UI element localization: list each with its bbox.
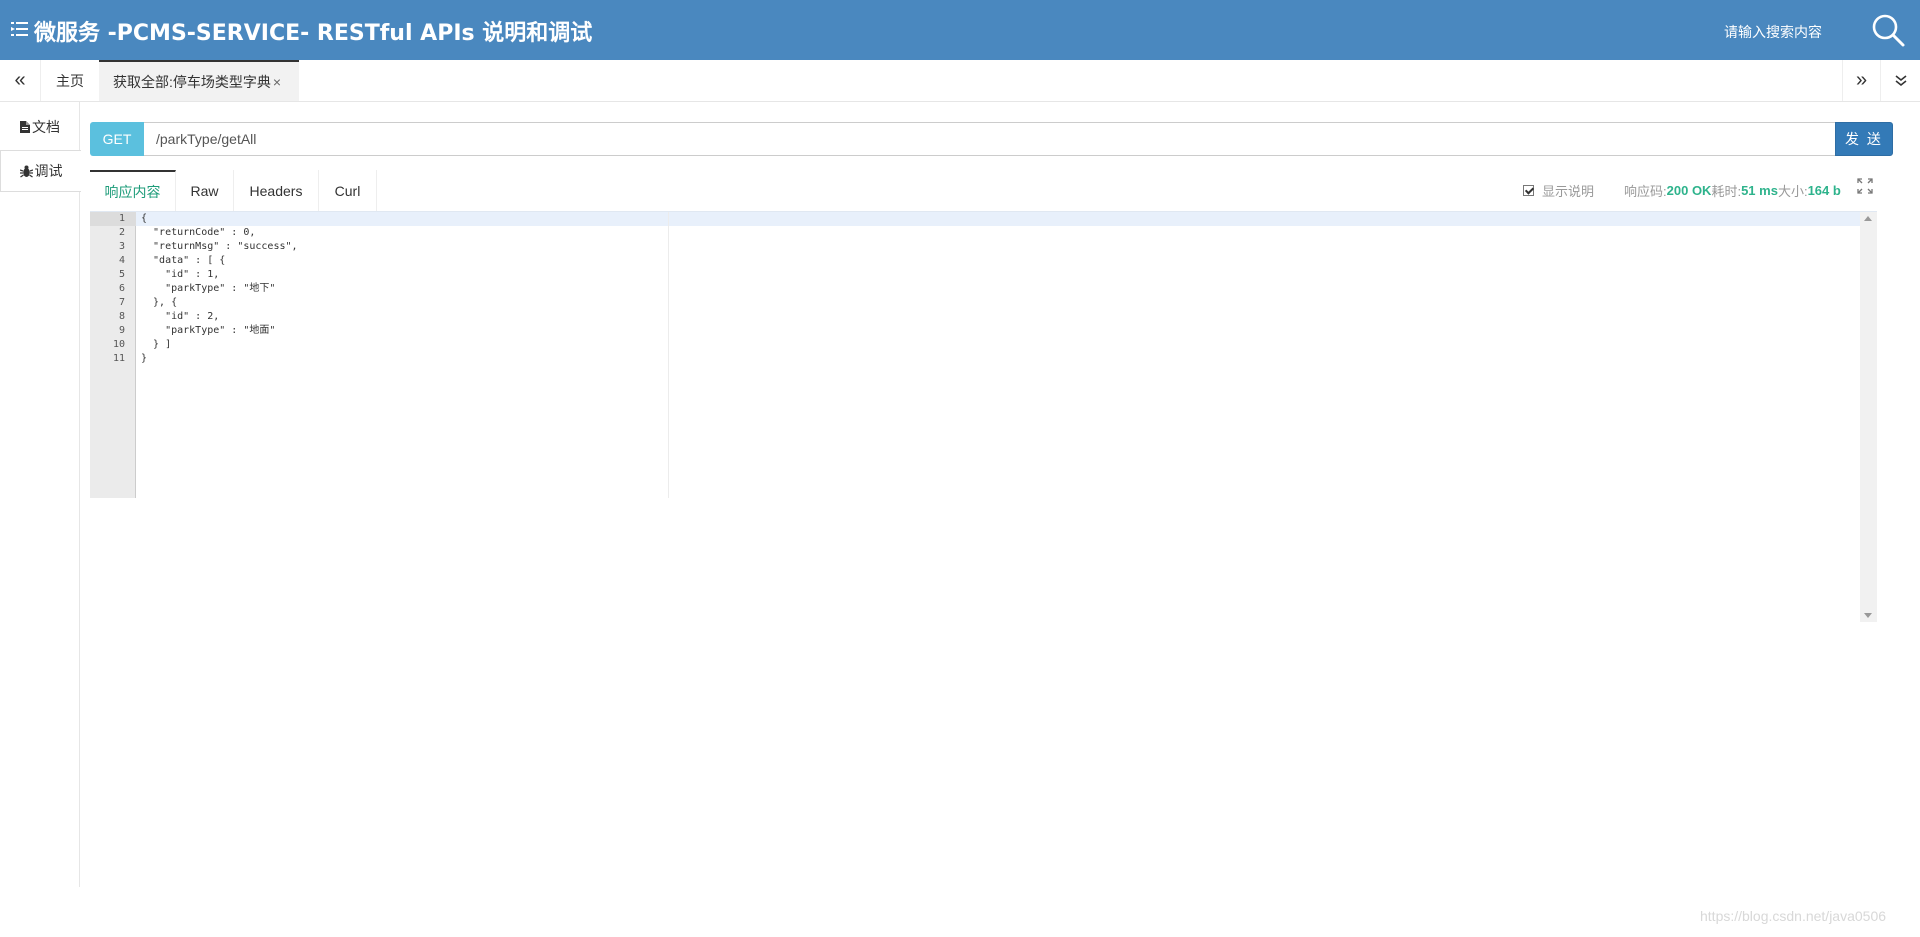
line-number: 8 xyxy=(118,311,125,322)
editor-scrollbar[interactable] xyxy=(1860,212,1877,622)
code-line: "returnMsg" : "success", xyxy=(141,241,298,252)
tab-bar: « 主页 获取全部:停车场类型字典 × » xyxy=(0,60,1920,102)
code-line: "parkType" : "地下" xyxy=(141,283,276,294)
code-line: } ] xyxy=(141,339,172,350)
tab-response-raw[interactable]: Raw xyxy=(176,170,234,211)
response-code-editor[interactable]: 1 2 3 4 5 6 7 8 9 10 11 { "returnCode" : 0, "retur… xyxy=(90,211,1877,622)
bug-icon xyxy=(19,165,33,177)
size-value: 164 b xyxy=(1807,182,1841,198)
search-input[interactable]: 请输入搜索内容 xyxy=(1724,22,1822,42)
line-number-gutter: 1 2 3 4 5 6 7 8 9 10 11 xyxy=(90,212,136,498)
code-line: } xyxy=(141,353,148,364)
file-icon xyxy=(20,121,30,133)
tab-debug-label: 调试 xyxy=(34,163,63,179)
tab-document[interactable]: 文档 xyxy=(0,105,80,149)
code-line: "id" : 1, xyxy=(141,269,220,280)
line-number: 9 xyxy=(118,325,125,336)
line-number: 10 xyxy=(112,339,125,350)
tab-api-getall[interactable]: 获取全部:停车场类型字典 × xyxy=(99,60,299,101)
active-line-highlight xyxy=(90,212,1860,226)
code-line: "data" : [ { xyxy=(141,255,226,266)
tab-response-content[interactable]: 响应内容 xyxy=(90,170,176,211)
tabs-menu-chevron-down-icon[interactable] xyxy=(1880,60,1920,101)
line-number: 5 xyxy=(118,269,125,280)
show-description-checkbox[interactable] xyxy=(1523,184,1534,196)
size-label: 大小: xyxy=(1777,183,1808,199)
code-line: { xyxy=(141,213,148,224)
line-number: 1 xyxy=(118,213,125,224)
code-line: }, { xyxy=(141,297,178,308)
tab-debug[interactable]: 调试 xyxy=(0,150,81,192)
left-vertical-tabs: 文档 调试 xyxy=(0,102,81,887)
line-number: 6 xyxy=(118,283,125,294)
status-code-value: 200 OK xyxy=(1666,182,1712,198)
tab-home[interactable]: 主页 xyxy=(40,60,99,101)
scroll-down-icon[interactable] xyxy=(1864,613,1872,618)
code-line: "parkType" : "地面" xyxy=(141,325,276,336)
page-title: 微服务 -PCMS-SERVICE- RESTful APIs 说明和调试 xyxy=(34,21,593,46)
line-number: 4 xyxy=(118,255,125,266)
search-icon[interactable] xyxy=(1870,12,1906,48)
print-margin xyxy=(668,212,669,498)
time-label: 耗时: xyxy=(1711,183,1742,199)
response-meta: 显示说明 响应码: 200 OK 耗时: 51 ms 大小: 164 b xyxy=(1523,180,1841,200)
line-number: 3 xyxy=(118,241,125,252)
line-number: 2 xyxy=(118,227,125,238)
time-value: 51 ms xyxy=(1741,182,1778,198)
scroll-up-icon[interactable] xyxy=(1864,216,1872,221)
close-icon[interactable]: × xyxy=(273,74,281,90)
tab-home-label: 主页 xyxy=(56,72,84,89)
send-button[interactable]: 发 送 xyxy=(1835,122,1893,156)
code-line: "id" : 2, xyxy=(141,311,220,322)
watermark: https://blog.csdn.net/java0506 xyxy=(1700,908,1887,924)
request-url-input[interactable] xyxy=(144,122,1836,156)
line-number: 11 xyxy=(112,353,125,364)
show-description-label: 显示说明 xyxy=(1542,183,1595,199)
tab-response-curl[interactable]: Curl xyxy=(319,170,377,211)
tab-response-headers[interactable]: Headers xyxy=(234,170,319,211)
code-line: "returnCode" : 0, xyxy=(141,227,256,238)
tabs-scroll-right-icon[interactable]: » xyxy=(1842,60,1880,101)
tab-api-label: 获取全部:停车场类型字典 xyxy=(113,73,271,90)
line-number: 7 xyxy=(118,297,125,308)
menu-toggle-icon[interactable] xyxy=(11,18,29,40)
http-method-badge: GET xyxy=(90,122,144,156)
tabs-scroll-left-icon[interactable]: « xyxy=(0,60,40,101)
tab-document-label: 文档 xyxy=(32,119,60,135)
fullscreen-expand-icon[interactable] xyxy=(1857,178,1873,194)
top-header: 微服务 -PCMS-SERVICE- RESTful APIs 说明和调试 请输… xyxy=(0,0,1920,60)
status-code-label: 响应码: xyxy=(1624,183,1667,199)
